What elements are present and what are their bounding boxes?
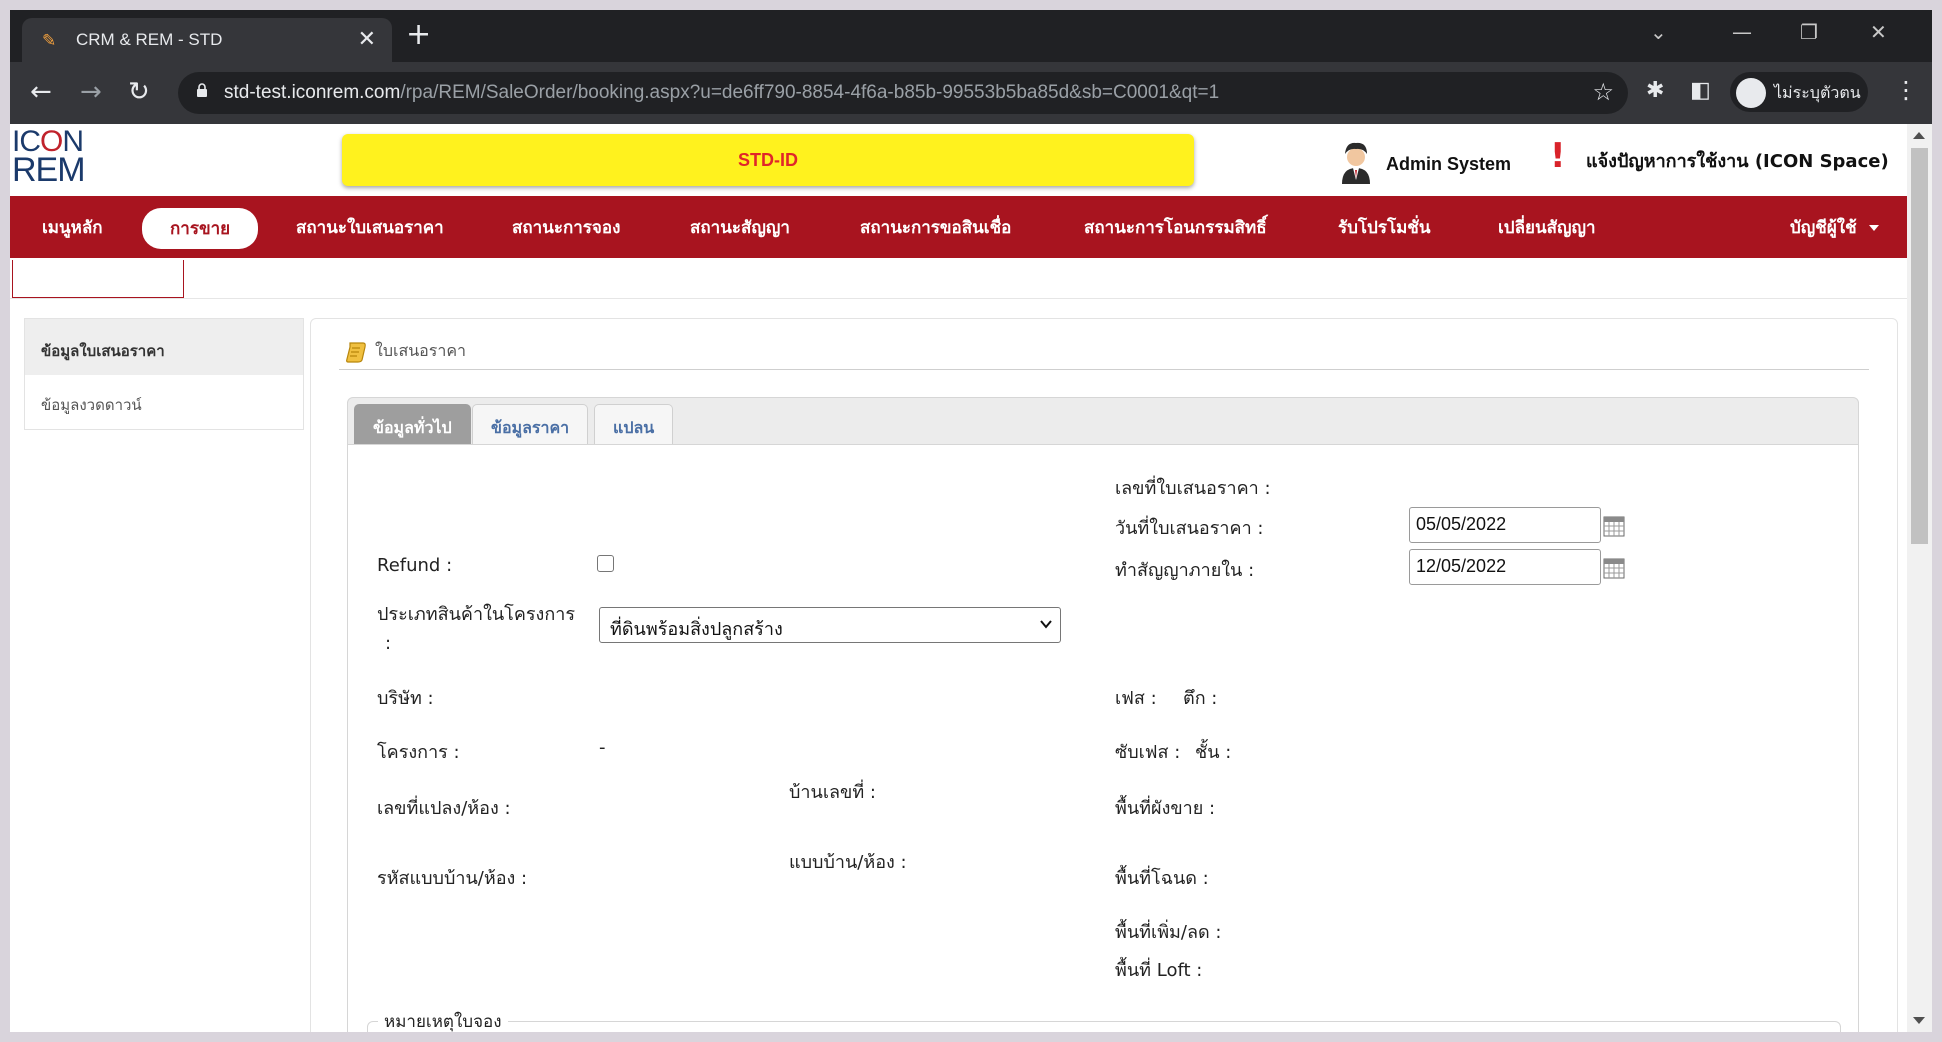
remark-legend: หมายเหตุใบจอง xyxy=(378,1008,508,1032)
nav-item-account[interactable]: บัญชีผู้ใช้ xyxy=(1790,214,1879,241)
reload-icon[interactable]: ↻ xyxy=(128,78,150,106)
company-label: บริษัท : xyxy=(377,688,434,709)
browser-tab[interactable]: ✎ CRM & REM - STD ✕ xyxy=(22,18,392,62)
url-host: std-test.iconrem.com xyxy=(224,82,401,103)
tab-general[interactable]: ข้อมูลทั่วไป xyxy=(354,404,471,444)
quote-no-label: เลขที่ใบเสนอราคา : xyxy=(1115,478,1271,499)
extensions-icon[interactable]: ✱ xyxy=(1646,78,1664,103)
project-value: - xyxy=(599,737,606,758)
product-type-label: ประเภทสินค้าในโครงการ xyxy=(377,604,576,625)
adjusted-area-label: พื้นที่เพิ่ม/ลด : xyxy=(1115,922,1222,943)
address-bar[interactable]: std-test.iconrem.com/rpa/REM/SaleOrder/b… xyxy=(178,72,1628,114)
building-label: ตึก : xyxy=(1183,688,1218,709)
product-type-select[interactable]: ที่ดินพร้อมสิ่งปลูกสร้าง xyxy=(599,607,1061,643)
star-icon[interactable]: ☆ xyxy=(1592,78,1614,106)
logo[interactable]: ICON REM xyxy=(12,127,86,189)
tab-price[interactable]: ข้อมูลราคา xyxy=(472,404,589,444)
nav-item-contract-status[interactable]: สถานะสัญญา xyxy=(690,214,790,241)
nav-item-promotion[interactable]: รับโปรโมชั่น xyxy=(1338,214,1430,241)
new-tab-button[interactable]: + xyxy=(406,20,431,50)
nav-item-booking-status[interactable]: สถานะการจอง xyxy=(512,214,620,241)
nav-item-home[interactable]: เมนูหลัก xyxy=(42,214,103,241)
refund-label: Refund : xyxy=(377,555,453,576)
sidebar-item-quote-info[interactable]: ข้อมูลใบเสนอราคา xyxy=(25,319,303,375)
browser-tabbar: ✎ CRM & REM - STD ✕ + ⌄ — ❐ ✕ xyxy=(10,10,1932,62)
nav-item-loan-status[interactable]: สถานะการขอสินเชื่อ xyxy=(860,214,1011,241)
close-window-icon[interactable]: ✕ xyxy=(1870,20,1887,44)
sale-area-label: พื้นที่ผังขาย : xyxy=(1115,798,1216,819)
quote-date-label: วันที่ใบเสนอราคา : xyxy=(1115,518,1264,539)
restore-icon[interactable]: ❐ xyxy=(1800,20,1818,44)
floor-label: ชั้น : xyxy=(1195,742,1232,763)
tab-plan[interactable]: แปลน xyxy=(594,404,674,444)
nav-item-change-contract[interactable]: เปลี่ยนสัญญา xyxy=(1498,214,1596,241)
url-text: std-test.iconrem.com/rpa/REM/SaleOrder/b… xyxy=(224,82,1219,104)
close-tab-icon[interactable]: ✕ xyxy=(358,27,376,52)
sidepanel-icon[interactable]: ◧ xyxy=(1690,78,1711,103)
house-no-label: บ้านเลขที่ : xyxy=(789,782,876,803)
calendar-icon[interactable] xyxy=(1603,557,1625,579)
product-type-value: ที่ดินพร้อมสิ่งปลูกสร้าง xyxy=(610,619,783,640)
exclamation-icon: ! xyxy=(1550,136,1566,176)
menu-icon[interactable]: ⋮ xyxy=(1894,76,1918,104)
logo-text-rem: REM xyxy=(12,151,86,189)
quote-date-input[interactable]: 05/05/2022 xyxy=(1409,507,1601,543)
user-avatar-icon xyxy=(1342,142,1370,184)
minimize-icon[interactable]: — xyxy=(1732,20,1752,44)
deed-area-label: พื้นที่โฉนด : xyxy=(1115,868,1209,889)
chevron-down-icon xyxy=(1040,620,1052,629)
profile-button[interactable]: ไม่ระบุตัวตน xyxy=(1730,72,1868,112)
phase-label: เฟส : xyxy=(1115,688,1157,709)
nav-item-quote-status[interactable]: สถานะใบเสนอราคา xyxy=(296,214,444,241)
plot-label: เลขที่แปลง/ห้อง : xyxy=(377,798,511,819)
lock-icon xyxy=(197,83,207,97)
project-label: โครงการ : xyxy=(377,742,460,763)
quote-panel: ใบเสนอราคา ข้อมูลทั่วไป ข้อมูลราคา แปลน … xyxy=(310,318,1898,1032)
nav-item-transfer-status[interactable]: สถานะการโอนกรรมสิทธิ์ xyxy=(1084,214,1267,241)
scroll-down-arrow-icon[interactable] xyxy=(1913,1017,1925,1024)
back-icon[interactable]: ← xyxy=(30,78,52,106)
product-type-label-colon: : xyxy=(385,633,392,654)
loft-area-label: พื้นที่ Loft : xyxy=(1115,960,1203,981)
main-nav: เมนูหลัก การขาย สถานะใบเสนอราคา สถานะการ… xyxy=(10,196,1907,258)
forward-icon[interactable]: → xyxy=(80,78,102,106)
sub-nav-box xyxy=(12,260,184,298)
panel-title-text: ใบเสนอราคา xyxy=(375,341,467,360)
divider xyxy=(10,298,1907,299)
sidebar: ข้อมูลใบเสนอราคา ข้อมูลงวดดาวน์ xyxy=(24,318,304,430)
scroll-icon xyxy=(346,341,366,363)
sidebar-item-down-payment[interactable]: ข้อมูลงวดดาวน์ xyxy=(25,375,303,429)
refund-checkbox[interactable] xyxy=(597,555,614,572)
scrollbar-thumb[interactable] xyxy=(1911,148,1928,544)
house-code-label: รหัสแบบบ้าน/ห้อง : xyxy=(377,868,528,889)
browser-window: ✎ CRM & REM - STD ✕ + ⌄ — ❐ ✕ ← → ↻ std-… xyxy=(10,10,1932,1032)
page-scrollbar[interactable] xyxy=(1907,124,1932,1032)
incognito-icon xyxy=(1736,78,1766,108)
house-type-label: แบบบ้าน/ห้อง : xyxy=(789,852,907,873)
environment-banner: STD-ID xyxy=(342,134,1194,186)
scroll-up-arrow-icon[interactable] xyxy=(1913,132,1925,139)
subphase-label: ซับเฟส : xyxy=(1115,742,1181,763)
title-divider xyxy=(339,369,1869,370)
user-name: Admin System xyxy=(1386,154,1512,174)
profile-name: ไม่ระบุตัวตน xyxy=(1774,83,1861,102)
remark-fieldset: หมายเหตุใบจอง xyxy=(367,1008,1841,1032)
caret-down-icon xyxy=(1868,225,1879,231)
nav-item-sales[interactable]: การขาย xyxy=(142,208,259,249)
tab-title: CRM & REM - STD xyxy=(76,30,223,49)
nav-item-account-label: บัญชีผู้ใช้ xyxy=(1790,218,1857,238)
contract-within-label: ทำสัญญาภายใน : xyxy=(1115,560,1255,581)
web-page: ICON REM STD-ID Admin System ! แจ้งปัญหา… xyxy=(10,124,1907,1032)
form-tabs: ข้อมูลทั่วไป ข้อมูลราคา แปลน xyxy=(347,397,1859,445)
pencil-icon: ✎ xyxy=(42,31,57,51)
browser-toolbar: ← → ↻ std-test.iconrem.com/rpa/REM/SaleO… xyxy=(10,62,1932,124)
tab-body xyxy=(347,445,1859,1032)
chevron-down-icon[interactable]: ⌄ xyxy=(1650,20,1667,44)
calendar-icon[interactable] xyxy=(1603,515,1625,537)
url-path: /rpa/REM/SaleOrder/booking.aspx?u=de6ff7… xyxy=(400,82,1220,103)
panel-title: ใบเสนอราคา xyxy=(345,339,466,364)
contract-within-input[interactable]: 12/05/2022 xyxy=(1409,549,1601,585)
report-issue-label: แจ้งปัญหาการใช้งาน (ICON Space) xyxy=(1586,151,1889,172)
